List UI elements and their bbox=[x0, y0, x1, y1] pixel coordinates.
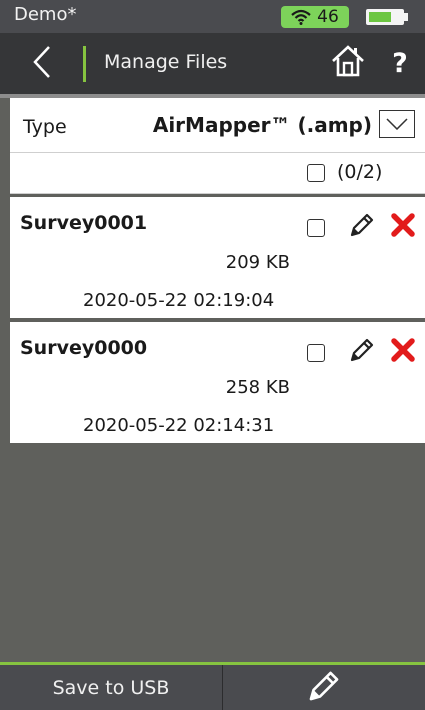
save-to-usb-button[interactable]: Save to USB bbox=[0, 665, 223, 710]
file-checkbox[interactable] bbox=[307, 344, 325, 362]
delete-file-button[interactable] bbox=[389, 338, 417, 366]
edit-button[interactable] bbox=[223, 665, 425, 710]
type-filter-row: Type AirMapper™ (.amp) bbox=[10, 98, 425, 153]
pencil-icon bbox=[349, 337, 375, 367]
selection-count: (0/2) bbox=[337, 161, 383, 183]
file-checkbox[interactable] bbox=[307, 219, 325, 237]
home-icon bbox=[331, 44, 365, 82]
file-card: Survey0001 209 KB 2020-05-22 02:19:04 bbox=[10, 197, 425, 318]
file-card: Survey0000 258 KB 2020-05-22 02:14:31 bbox=[10, 322, 425, 443]
chevron-down-icon bbox=[386, 115, 408, 134]
delete-x-icon bbox=[390, 212, 416, 242]
help-button[interactable]: ? bbox=[385, 43, 415, 83]
delete-x-icon bbox=[390, 337, 416, 367]
file-date: 2020-05-22 02:14:31 bbox=[83, 415, 275, 436]
pencil-icon bbox=[349, 212, 375, 242]
edit-file-button[interactable] bbox=[348, 213, 376, 241]
type-value: AirMapper™ (.amp) bbox=[152, 113, 372, 137]
profile-name: Demo* bbox=[14, 4, 77, 25]
type-label: Type bbox=[23, 116, 67, 138]
pencil-icon bbox=[307, 669, 341, 707]
battery-level bbox=[369, 12, 391, 22]
nav-divider bbox=[83, 46, 86, 82]
select-all-checkbox[interactable] bbox=[307, 164, 325, 182]
file-size: 209 KB bbox=[225, 252, 290, 273]
bottom-action-bar: Save to USB bbox=[0, 662, 425, 710]
nav-bar: Manage Files ? bbox=[0, 33, 425, 94]
type-dropdown-button[interactable] bbox=[379, 110, 415, 138]
wifi-signal-badge: 46 bbox=[281, 6, 349, 28]
delete-file-button[interactable] bbox=[389, 213, 417, 241]
home-button[interactable] bbox=[330, 44, 366, 82]
battery-icon bbox=[366, 9, 404, 25]
wifi-icon bbox=[291, 9, 311, 25]
edit-file-button[interactable] bbox=[348, 338, 376, 366]
back-button[interactable] bbox=[22, 45, 62, 83]
select-all-row: (0/2) bbox=[10, 153, 425, 194]
signal-strength: 46 bbox=[317, 7, 339, 27]
file-name: Survey0001 bbox=[20, 212, 148, 234]
status-bar: Demo* 46 bbox=[0, 0, 425, 33]
chevron-left-icon bbox=[32, 45, 52, 83]
page-title: Manage Files bbox=[104, 51, 228, 73]
file-date: 2020-05-22 02:19:04 bbox=[83, 290, 275, 311]
file-name: Survey0000 bbox=[20, 337, 148, 359]
file-size: 258 KB bbox=[225, 377, 290, 398]
battery-tip bbox=[404, 13, 408, 21]
